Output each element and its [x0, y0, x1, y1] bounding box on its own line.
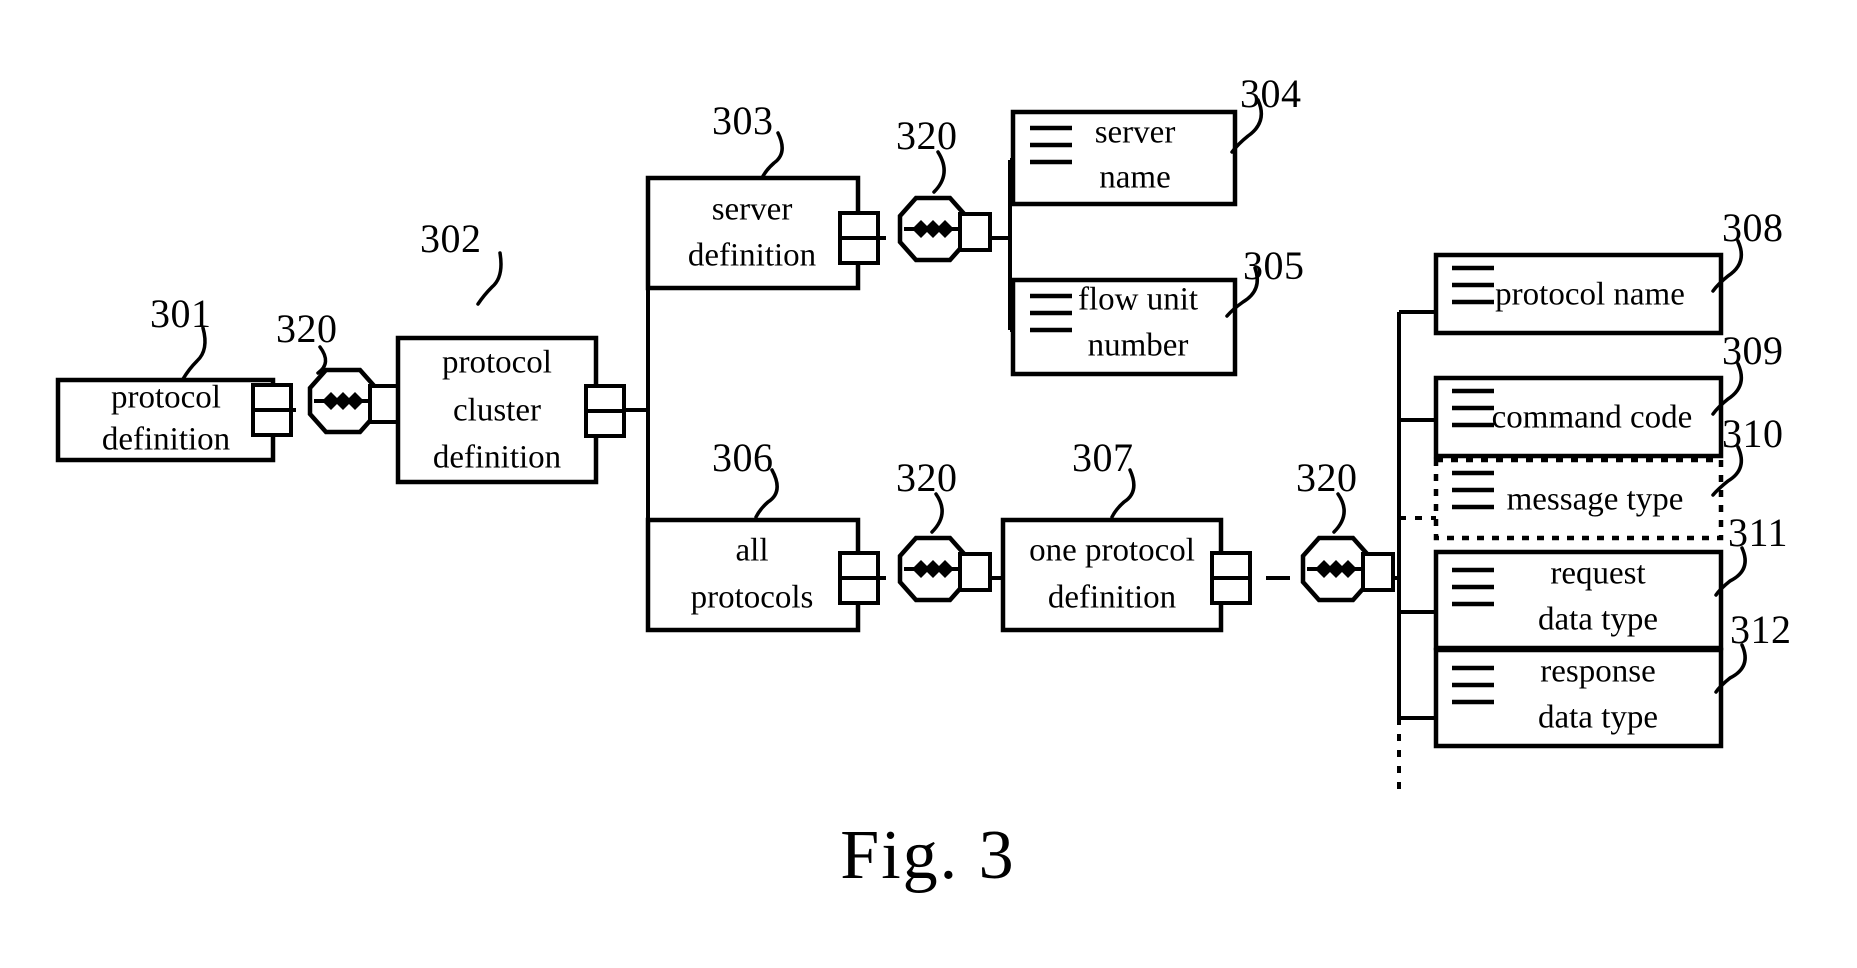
ref-305: 305	[1243, 243, 1305, 288]
connector-c-right-port[interactable]	[958, 552, 992, 592]
ref-311: 311	[1728, 510, 1788, 555]
node-304-label-line-1: server	[1095, 115, 1176, 151]
connector-320-b[interactable]: 320	[896, 113, 992, 263]
connector-320-c[interactable]: 320	[896, 455, 992, 603]
node-one-protocol-definition[interactable]: one protocol definition 307	[1000, 435, 1252, 633]
node-308-label: protocol name	[1495, 277, 1685, 313]
node-server-definition[interactable]: server definition 303	[645, 98, 880, 291]
node-307-label-line-2: definition	[1048, 580, 1176, 616]
connector-320-d[interactable]: 320	[1296, 455, 1395, 603]
node-305-label-line-1: flow unit	[1078, 282, 1198, 318]
node-305-label-line-2: number	[1088, 328, 1189, 364]
connector-320-a[interactable]: 320	[276, 306, 402, 435]
node-301-label-line-1: protocol	[111, 380, 221, 416]
ref-312: 312	[1730, 607, 1792, 652]
node-all-protocols[interactable]: all protocols 306	[645, 435, 880, 633]
node-server-name[interactable]: server name 304	[1010, 71, 1302, 207]
node-309-label: command code	[1492, 400, 1693, 436]
node-flow-unit-number[interactable]: flow unit number 305	[1010, 243, 1305, 377]
node-310-label: message type	[1507, 482, 1684, 518]
node-302-label-line-1: protocol	[442, 345, 552, 381]
node-312-label-line-1: response	[1540, 654, 1655, 690]
connector-b-right-port[interactable]	[958, 212, 992, 252]
ref-308: 308	[1722, 205, 1784, 250]
ref-307: 307	[1072, 435, 1134, 480]
ref-320-c: 320	[896, 455, 958, 500]
node-protocol-definition[interactable]: protocol definition 301	[55, 291, 293, 463]
ref-320-a: 320	[276, 306, 338, 351]
node-307-label-line-1: one protocol	[1029, 533, 1195, 569]
ref-320-b: 320	[896, 113, 958, 158]
protocol-definition-diagram: protocol definition 301 320 protocol clu…	[55, 71, 1792, 894]
ref-310: 310	[1722, 411, 1784, 456]
ref-309: 309	[1722, 328, 1784, 373]
figure-page: protocol definition 301 320 protocol clu…	[0, 0, 1857, 968]
node-302-label-line-3: definition	[433, 440, 561, 476]
ref-304: 304	[1240, 71, 1302, 116]
ref-303: 303	[712, 98, 774, 143]
node-306-label-line-2: protocols	[691, 580, 814, 616]
node-protocol-name[interactable]: protocol name 308	[1433, 205, 1784, 336]
figure-caption: Fig. 3	[840, 817, 1015, 894]
ref-301: 301	[150, 291, 212, 336]
node-302-label-line-2: cluster	[453, 393, 541, 429]
ref-306: 306	[712, 435, 774, 480]
node-312-label-line-2: data type	[1538, 700, 1658, 736]
connector-d-right-port[interactable]	[1361, 552, 1395, 592]
node-303-label-line-2: definition	[688, 238, 816, 274]
node-311-label-line-2: data type	[1538, 602, 1658, 638]
node-306-label-line-1: all	[736, 533, 769, 569]
node-311-label-line-1: request	[1550, 556, 1645, 592]
node-304-label-line-2: name	[1099, 160, 1170, 196]
node-protocol-cluster-definition[interactable]: protocol cluster definition 302	[395, 216, 626, 485]
node-301-label-line-2: definition	[102, 422, 230, 458]
node-303-label-line-1: server	[712, 192, 793, 228]
ref-302: 302	[420, 216, 482, 261]
connector-a-right-port[interactable]	[368, 384, 402, 424]
ref-320-d: 320	[1296, 455, 1358, 500]
